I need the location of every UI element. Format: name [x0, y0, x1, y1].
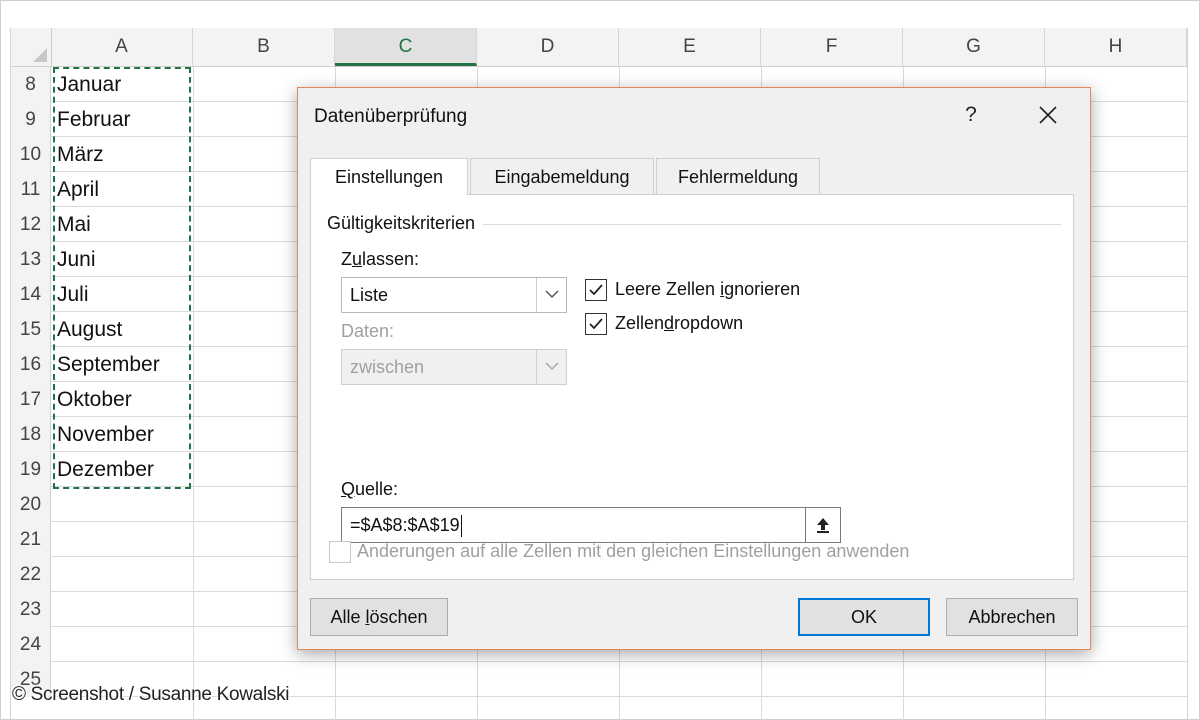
- row-header[interactable]: 14: [11, 277, 51, 312]
- source-label: Quelle:: [341, 479, 398, 500]
- clear-all-label-start: Alle: [330, 607, 366, 627]
- data-select-arrow[interactable]: [536, 350, 566, 384]
- ignore-blank-label[interactable]: Leere Zellen ignorieren: [615, 279, 800, 300]
- apply-all-checkbox[interactable]: [329, 541, 351, 563]
- column-header-a[interactable]: A: [51, 28, 193, 66]
- source-input[interactable]: =$A$8:$A$19: [341, 507, 827, 543]
- row-header[interactable]: 8: [11, 67, 51, 102]
- ignore-blank-label-end: gnorieren: [724, 279, 801, 299]
- column-header-e[interactable]: E: [619, 28, 761, 66]
- column-header-h[interactable]: H: [1045, 28, 1187, 66]
- clear-all-button[interactable]: Alle löschen: [310, 598, 448, 636]
- chevron-down-icon: [545, 362, 559, 371]
- row-header[interactable]: 15: [11, 312, 51, 347]
- allow-label-start: Z: [341, 249, 352, 269]
- allow-label: Zulassen:: [341, 249, 419, 270]
- select-all-triangle-icon: [33, 48, 47, 62]
- allow-label-accesskey: u: [352, 249, 363, 269]
- column-header-b[interactable]: B: [193, 28, 335, 66]
- ok-button[interactable]: OK: [798, 598, 930, 636]
- source-label-end: uelle:: [355, 479, 399, 499]
- watermark-credit: © Screenshot / Susanne Kowalski: [12, 684, 290, 705]
- row-header[interactable]: 22: [11, 557, 51, 592]
- settings-panel: Gültigkeitskriterien Zulassen: Liste Dat…: [310, 194, 1074, 580]
- close-icon: [1039, 106, 1057, 124]
- row-header[interactable]: 17: [11, 382, 51, 417]
- chevron-down-icon: [545, 290, 559, 299]
- row-header[interactable]: 21: [11, 522, 51, 557]
- allow-label-end: lassen:: [362, 249, 420, 269]
- data-select-value: zwischen: [350, 357, 425, 377]
- help-button[interactable]: ?: [956, 100, 986, 130]
- row-header[interactable]: 11: [11, 172, 51, 207]
- range-select-arrow-icon: [817, 518, 829, 533]
- cell-dropdown-checkbox[interactable]: [585, 313, 607, 335]
- select-all-corner[interactable]: [11, 28, 52, 66]
- row-header[interactable]: 16: [11, 347, 51, 382]
- cell-dropdown-label-end: ropdown: [674, 313, 744, 333]
- data-validation-dialog: Datenüberprüfung ? Einstellungen Eingabe…: [297, 87, 1091, 650]
- ignore-blank-label-start: Leere Zellen: [615, 279, 721, 299]
- close-button[interactable]: [1031, 100, 1065, 130]
- column-header-g[interactable]: G: [903, 28, 1045, 66]
- clear-all-label-end: öschen: [369, 607, 428, 627]
- tab-eingabemeldung[interactable]: Eingabemeldung: [470, 158, 654, 194]
- row-header[interactable]: 19: [11, 452, 51, 487]
- copy-selection-marquee: [53, 67, 191, 489]
- ignore-blank-checkbox[interactable]: [585, 279, 607, 301]
- allow-select[interactable]: Liste: [341, 277, 567, 313]
- allow-select-arrow[interactable]: [536, 278, 566, 312]
- apply-all-label[interactable]: Änderungen auf alle Zellen mit den gleic…: [357, 541, 909, 562]
- group-label-criteria: Gültigkeitskriterien: [327, 213, 484, 234]
- column-header-f[interactable]: F: [761, 28, 903, 66]
- tab-fehlermeldung[interactable]: Fehlermeldung: [656, 158, 820, 194]
- allow-select-value: Liste: [350, 285, 389, 305]
- source-input-text: =$A$8:$A$19: [350, 515, 460, 535]
- row-header[interactable]: 18: [11, 417, 51, 452]
- collapse-range-button[interactable]: [805, 507, 841, 543]
- row-header[interactable]: 10: [11, 137, 51, 172]
- text-caret: [460, 515, 462, 538]
- data-label: Daten:: [341, 321, 395, 341]
- row-header[interactable]: 24: [11, 627, 51, 662]
- cell-dropdown-label-accesskey: d: [664, 313, 675, 333]
- row-header[interactable]: 23: [11, 592, 51, 627]
- cell-dropdown-label[interactable]: Zellendropdown: [615, 313, 743, 334]
- row-header[interactable]: 13: [11, 242, 51, 277]
- row-header[interactable]: 20: [11, 487, 51, 522]
- column-header-d[interactable]: D: [477, 28, 619, 66]
- row-header[interactable]: 12: [11, 207, 51, 242]
- source-input-value: =$A$8:$A$19: [350, 508, 462, 542]
- row-header[interactable]: 9: [11, 102, 51, 137]
- source-label-accesskey: Q: [341, 479, 356, 499]
- data-select[interactable]: zwischen: [341, 349, 567, 385]
- checkmark-icon: [589, 318, 603, 330]
- tab-einstellungen[interactable]: Einstellungen: [310, 158, 468, 195]
- cancel-button[interactable]: Abbrechen: [946, 598, 1078, 636]
- column-header-bar: A B C D E F G H: [11, 28, 1187, 67]
- column-header-c[interactable]: C: [335, 28, 477, 66]
- dialog-title: Datenüberprüfung: [314, 106, 468, 127]
- cell-dropdown-label-start: Zellen: [615, 313, 665, 333]
- checkmark-icon: [589, 284, 603, 296]
